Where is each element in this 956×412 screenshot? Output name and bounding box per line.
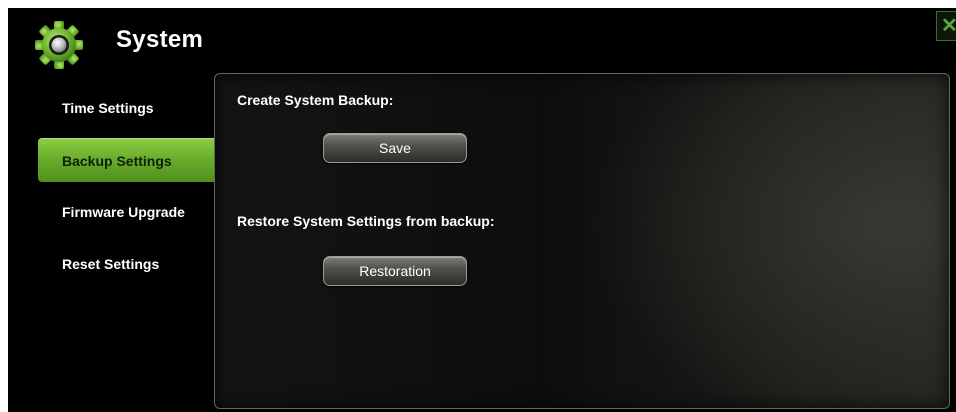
create-backup-label: Create System Backup: <box>237 92 394 108</box>
sidebar-item-label: Time Settings <box>62 100 154 116</box>
backup-settings-panel: Create System Backup: Save Restore Syste… <box>214 73 950 409</box>
gear-icon <box>35 21 83 69</box>
close-button[interactable]: ✕ <box>936 11 956 41</box>
restoration-button-label: Restoration <box>359 263 431 279</box>
restoration-button[interactable]: Restoration <box>323 256 467 286</box>
restore-backup-label: Restore System Settings from backup: <box>237 213 495 229</box>
sidebar-item-firmware-upgrade[interactable]: Firmware Upgrade <box>38 190 214 234</box>
header: System ✕ <box>8 8 956 72</box>
sidebar: Time Settings Backup Settings Firmware U… <box>38 86 214 294</box>
sidebar-item-reset-settings[interactable]: Reset Settings <box>38 242 214 286</box>
sidebar-item-backup-settings[interactable]: Backup Settings <box>38 138 214 182</box>
save-button[interactable]: Save <box>323 133 467 163</box>
sidebar-item-label: Firmware Upgrade <box>62 204 185 220</box>
save-button-label: Save <box>379 140 411 156</box>
sidebar-item-time-settings[interactable]: Time Settings <box>38 86 214 130</box>
sidebar-item-label: Backup Settings <box>62 152 172 169</box>
sidebar-item-label: Reset Settings <box>62 256 160 272</box>
close-icon: ✕ <box>941 15 956 37</box>
system-window: System ✕ Time Settings Backup Settings F… <box>8 8 956 412</box>
page-title: System <box>116 26 204 53</box>
